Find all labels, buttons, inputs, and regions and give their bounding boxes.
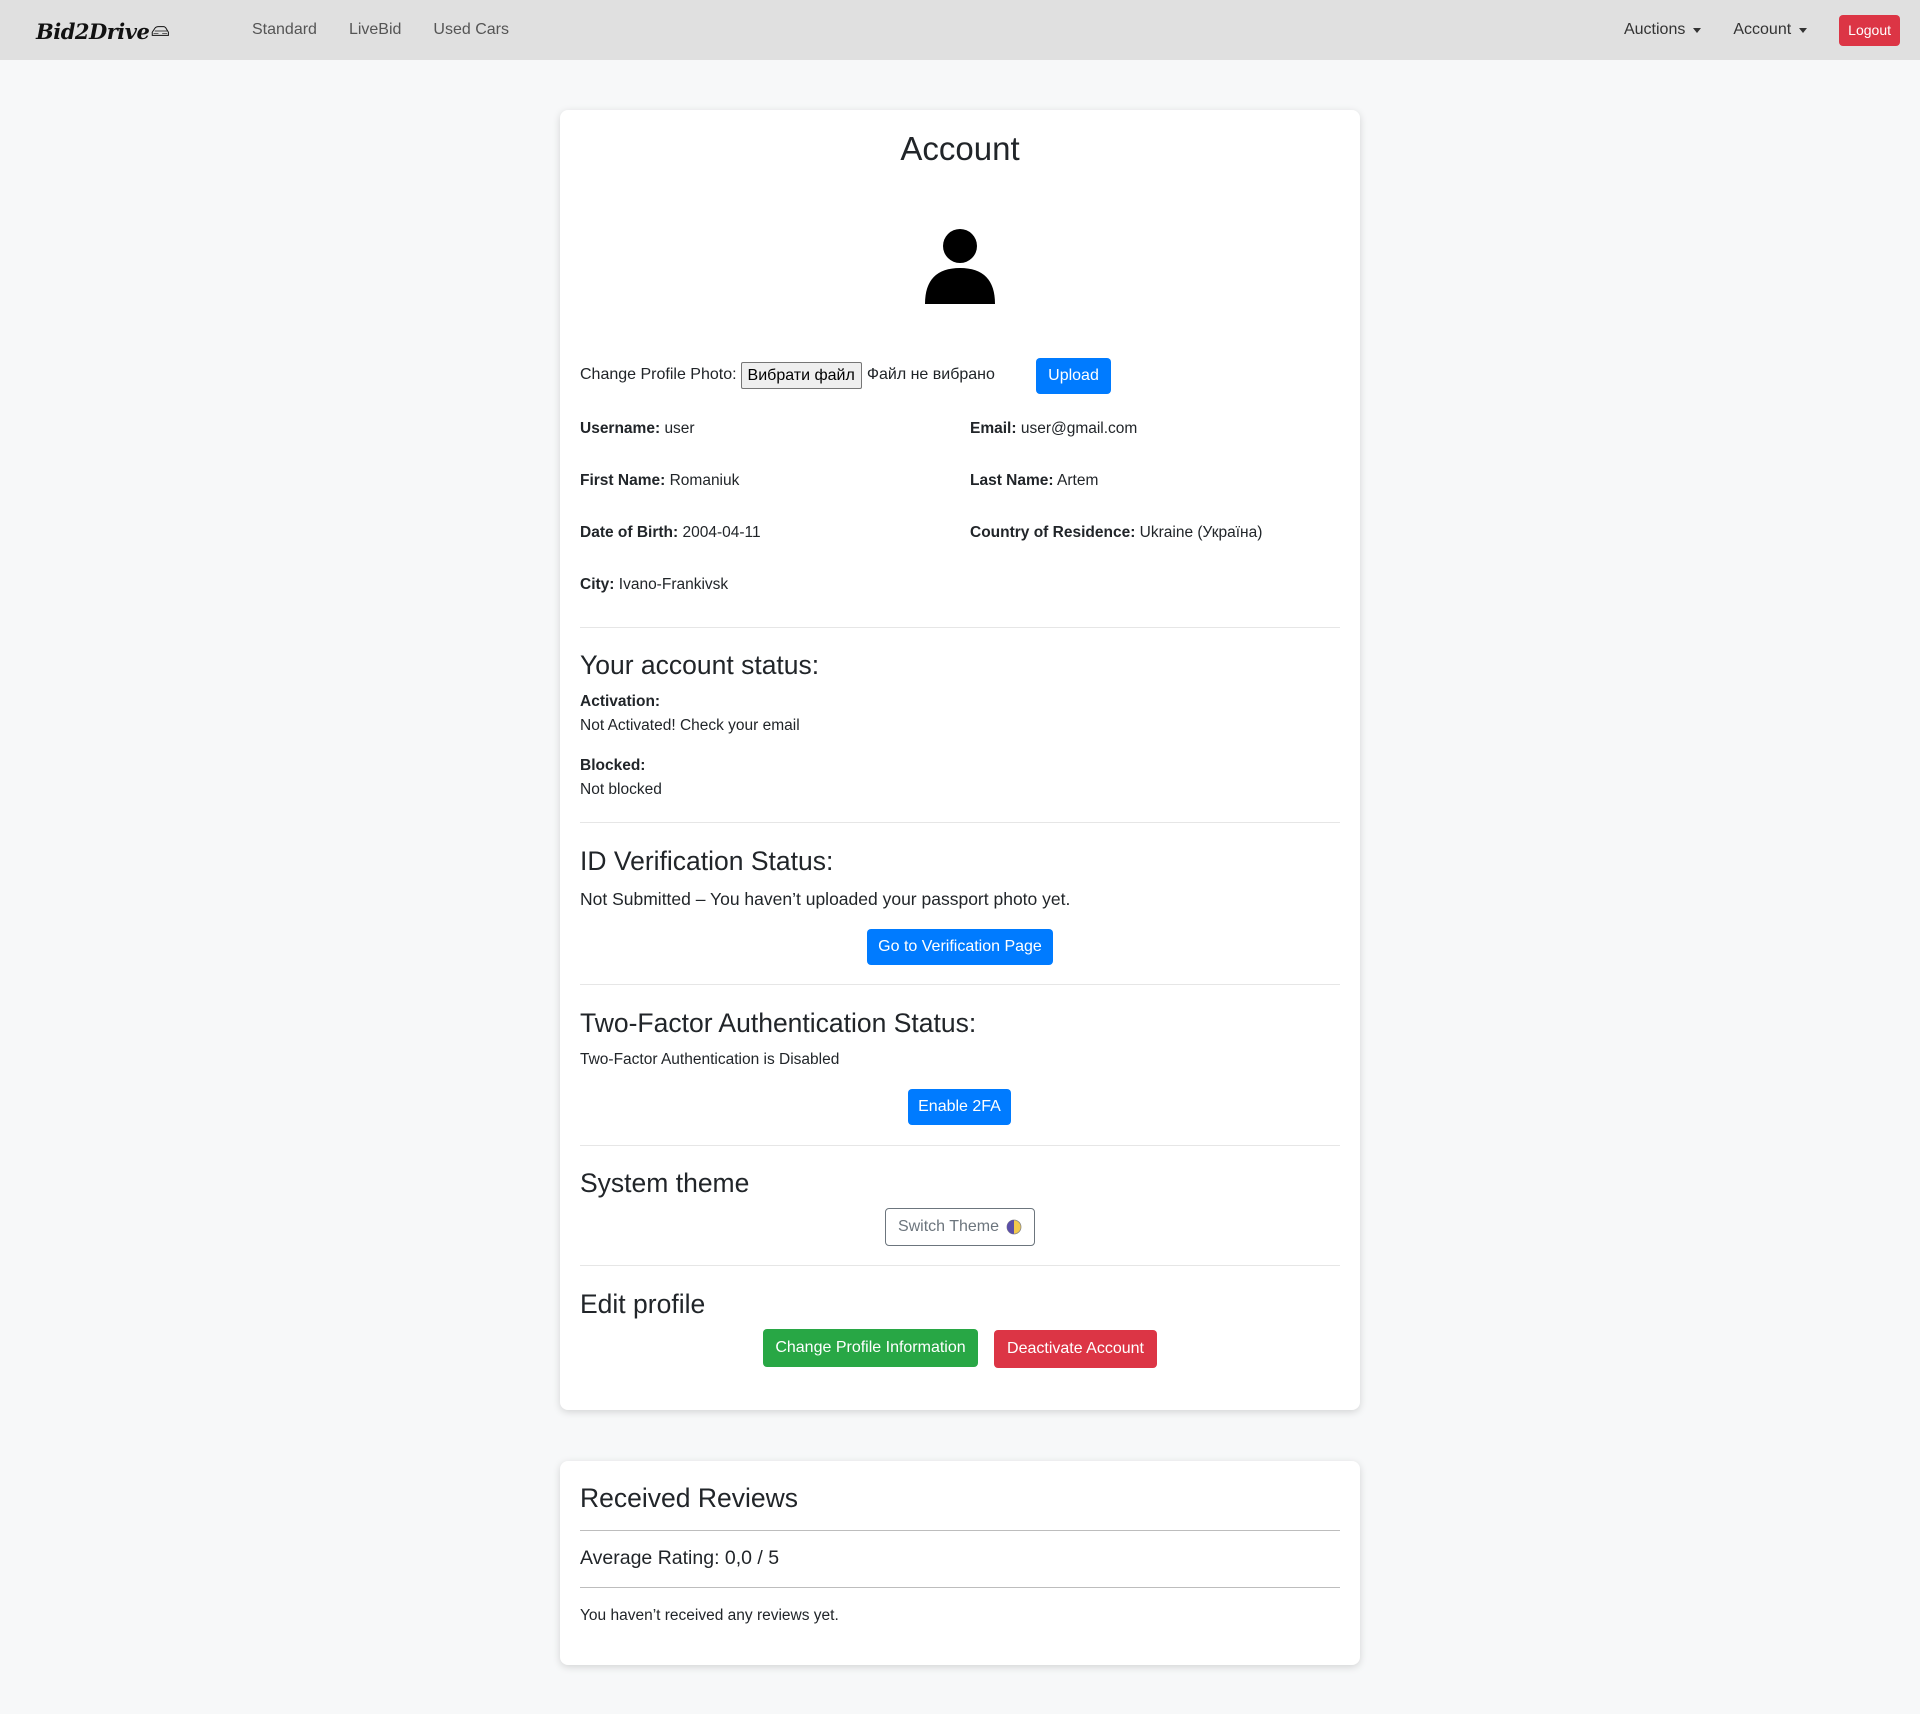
id-verification-text: Not Submitted – You haven’t uploaded you… bbox=[580, 889, 1071, 909]
reviews-card: Received Reviews Average Rating: 0,0 / 5… bbox=[560, 1461, 1360, 1665]
two-factor-text: Two-Factor Authentication is Disabled bbox=[580, 1051, 840, 1068]
go-to-verification-button[interactable]: Go to Verification Page bbox=[867, 929, 1053, 965]
first-name-field: First Name: Romaniuk bbox=[580, 472, 739, 490]
change-profile-info-button[interactable]: Change Profile Information bbox=[763, 1329, 978, 1367]
half-moon-theme-icon bbox=[1006, 1219, 1022, 1235]
divider bbox=[580, 627, 1340, 628]
account-dropdown[interactable]: Account bbox=[1733, 21, 1808, 39]
nav-link-livebid[interactable]: LiveBid bbox=[349, 21, 401, 39]
nav-link-standard[interactable]: Standard bbox=[252, 21, 317, 39]
reviews-heading: Received Reviews bbox=[580, 1483, 798, 1513]
brand-text: Bid2Drive bbox=[36, 18, 150, 44]
enable-2fa-button[interactable]: Enable 2FA bbox=[908, 1089, 1011, 1125]
city-value: Ivano-Frankivsk bbox=[618, 576, 729, 593]
first-name-value: Romaniuk bbox=[669, 472, 740, 489]
car-icon bbox=[152, 26, 170, 36]
divider bbox=[580, 984, 1340, 985]
divider bbox=[580, 1530, 1340, 1531]
brand-logo[interactable]: Bid2Drive bbox=[36, 14, 170, 48]
activation-value: Not Activated! Check your email bbox=[580, 717, 800, 734]
account-label: Account bbox=[1733, 21, 1792, 38]
blocked-value: Not blocked bbox=[580, 781, 662, 798]
country-field: Country of Residence: Ukraine (Україна) bbox=[970, 524, 1262, 542]
logout-button[interactable]: Logout bbox=[1839, 14, 1900, 46]
divider bbox=[580, 822, 1340, 823]
account-card: Account Change Profile Photo: Вибрати фа… bbox=[560, 110, 1360, 1410]
auctions-label: Auctions bbox=[1623, 21, 1686, 38]
blocked-label: Blocked: bbox=[580, 757, 646, 774]
navbar: Bid2Drive Standard LiveBid Used Cars Auc… bbox=[0, 0, 1920, 60]
dob-field: Date of Birth: 2004-04-11 bbox=[580, 524, 761, 542]
city-field: City: Ivano-Frankivsk bbox=[580, 576, 728, 594]
no-reviews-text: You haven’t received any reviews yet. bbox=[580, 1607, 839, 1624]
divider bbox=[580, 1145, 1340, 1146]
deactivate-account-button[interactable]: Deactivate Account bbox=[994, 1330, 1157, 1368]
auctions-dropdown[interactable]: Auctions bbox=[1623, 21, 1702, 39]
email-value: user@gmail.com bbox=[1020, 420, 1138, 437]
last-name-label: Last Name: bbox=[970, 472, 1054, 489]
average-rating: Average Rating: 0,0 / 5 bbox=[580, 1547, 780, 1569]
upload-button[interactable]: Upload bbox=[1036, 358, 1111, 394]
dob-value: 2004-04-11 bbox=[682, 524, 761, 541]
chevron-down-icon bbox=[1799, 27, 1808, 33]
divider bbox=[580, 1265, 1340, 1266]
nav-link-used-cars[interactable]: Used Cars bbox=[433, 21, 509, 39]
edit-profile-heading: Edit profile bbox=[580, 1289, 706, 1319]
change-photo-row: Change Profile Photo: Вибрати файл Файл … bbox=[580, 357, 995, 393]
city-label: City: bbox=[580, 576, 615, 593]
switch-theme-label: Switch Theme bbox=[897, 1218, 1000, 1235]
first-name-label: First Name: bbox=[580, 472, 666, 489]
choose-file-button[interactable]: Вибрати файл bbox=[740, 361, 862, 389]
country-label: Country of Residence: bbox=[970, 524, 1136, 541]
last-name-field: Last Name: Artem bbox=[970, 472, 1098, 490]
nav-right: Auctions Account Logout bbox=[1624, 0, 1900, 60]
nav-links: Standard LiveBid Used Cars bbox=[252, 0, 541, 60]
two-factor-heading: Two-Factor Authentication Status: bbox=[580, 1008, 977, 1038]
divider bbox=[580, 1587, 1340, 1588]
activation-label: Activation: bbox=[580, 693, 661, 710]
username-value: user bbox=[664, 420, 695, 437]
email-label: Email: bbox=[970, 420, 1017, 437]
change-photo-label: Change Profile Photo: bbox=[580, 366, 737, 383]
account-status-heading: Your account status: bbox=[580, 650, 820, 680]
switch-theme-button[interactable]: Switch Theme bbox=[885, 1208, 1035, 1246]
username-label: Username: bbox=[580, 420, 661, 437]
id-verification-heading: ID Verification Status: bbox=[580, 846, 834, 876]
email-field: Email: user@gmail.com bbox=[970, 420, 1137, 438]
page-title: Account bbox=[900, 130, 1020, 167]
chevron-down-icon bbox=[1693, 27, 1702, 33]
file-status: Файл не вибрано bbox=[866, 366, 995, 383]
username-field: Username: user bbox=[580, 420, 695, 438]
user-avatar-icon bbox=[925, 229, 995, 304]
dob-label: Date of Birth: bbox=[580, 524, 679, 541]
system-theme-heading: System theme bbox=[580, 1168, 750, 1198]
country-value: Ukraine (Україна) bbox=[1139, 524, 1263, 541]
last-name-value: Artem bbox=[1057, 472, 1099, 489]
